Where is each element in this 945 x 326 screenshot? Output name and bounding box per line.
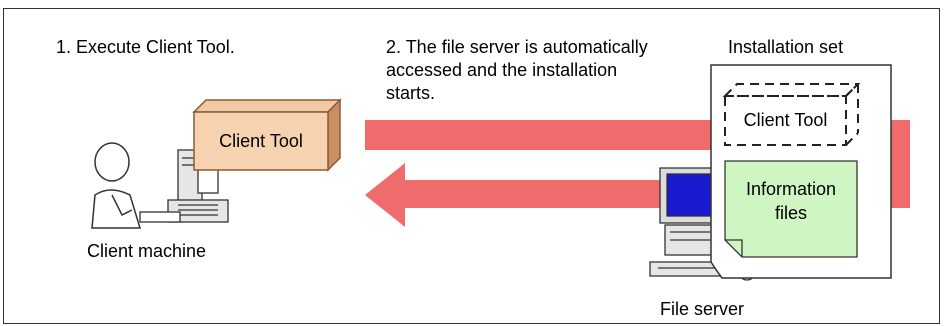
step2-label-line2: accessed and the installation <box>386 60 618 80</box>
installation-set-title: Installation set <box>728 37 844 57</box>
installation-client-tool-label: Client Tool <box>743 110 828 130</box>
step1-label: 1. Execute Client Tool. <box>56 37 235 57</box>
client-machine-caption: Client machine <box>87 241 207 261</box>
user-person-icon <box>91 142 142 229</box>
client-tool-box-label: Client Tool <box>219 131 303 151</box>
step2-label-line1: 2. The file server is automatically <box>386 37 648 57</box>
information-files-label-line1: Information <box>745 179 837 199</box>
file-server-caption: File server <box>660 299 745 319</box>
information-files-label-line2: files <box>774 203 807 223</box>
step2-label-line3: starts. <box>386 83 436 103</box>
